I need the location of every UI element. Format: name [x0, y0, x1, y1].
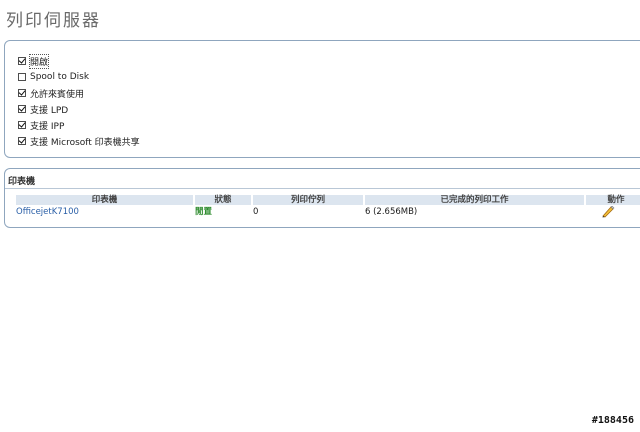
- column-header-queue: 列印佇列: [253, 195, 363, 205]
- spool-to-disk-checkbox[interactable]: [18, 73, 26, 81]
- guest-access-checkbox[interactable]: [18, 89, 26, 97]
- lpd-label: 支援 LPD: [30, 105, 69, 116]
- ipp-label: 支援 IPP: [30, 121, 65, 132]
- microsoft-sharing-checkbox[interactable]: [18, 137, 26, 145]
- enable-checkbox[interactable]: [18, 57, 26, 65]
- option-lpd[interactable]: 支援 LPD: [18, 103, 69, 116]
- lpd-checkbox[interactable]: [18, 105, 26, 113]
- guest-access-label: 允許來賓使用: [30, 89, 85, 100]
- printers-panel-header: 印表機: [5, 169, 640, 189]
- settings-panel: 開啟 Spool to Disk 允許來賓使用 支援 LPD 支援 IPP 支援…: [4, 40, 640, 158]
- pencil-icon[interactable]: [601, 206, 615, 218]
- column-header-printer: 印表機: [16, 195, 193, 205]
- queue-count: 0: [253, 207, 259, 217]
- spool-to-disk-label: Spool to Disk: [30, 72, 90, 82]
- option-enable[interactable]: 開啟: [18, 53, 50, 69]
- column-header-action: 動作: [586, 195, 640, 205]
- option-guest-access[interactable]: 允許來賓使用: [18, 87, 85, 100]
- printers-panel-title: 印表機: [8, 177, 36, 187]
- printers-panel: 印表機 印表機 狀態 列印佇列 已完成的列印工作 動作 OfficejetK71…: [4, 168, 640, 228]
- printer-name-link[interactable]: OfficejetK7100: [16, 207, 79, 218]
- status-badge: 閒置: [195, 207, 213, 217]
- microsoft-sharing-label: 支援 Microsoft 印表機共享: [30, 137, 140, 148]
- column-header-status: 狀態: [195, 195, 251, 205]
- option-microsoft-sharing[interactable]: 支援 Microsoft 印表機共享: [18, 135, 140, 148]
- watermark: #188456: [591, 415, 634, 426]
- enable-label: 開啟: [28, 53, 50, 69]
- column-header-completed: 已完成的列印工作: [365, 195, 584, 205]
- option-ipp[interactable]: 支援 IPP: [18, 119, 65, 132]
- page-title: 列印伺服器: [6, 11, 101, 31]
- ipp-checkbox[interactable]: [18, 121, 26, 129]
- option-spool-to-disk[interactable]: Spool to Disk: [18, 71, 89, 83]
- completed-jobs: 6 (2.656MB): [365, 207, 418, 217]
